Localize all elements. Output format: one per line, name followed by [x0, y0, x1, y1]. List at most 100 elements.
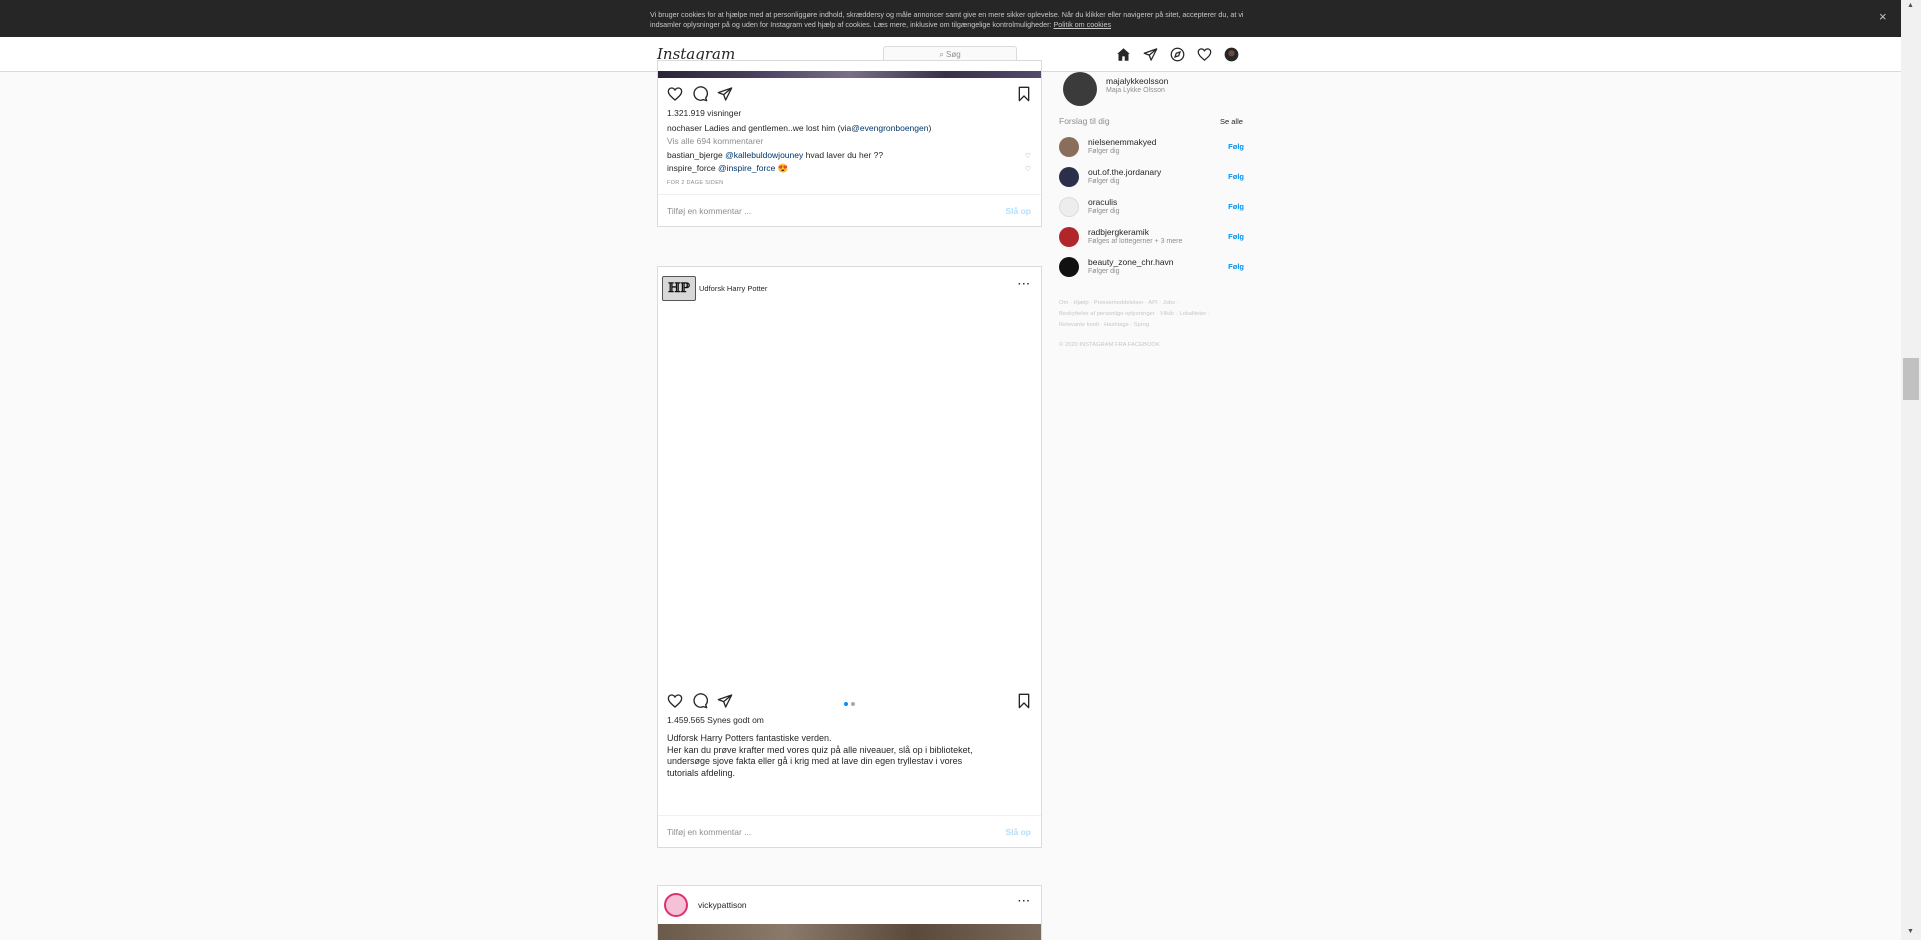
suggestion-avatar[interactable] [1059, 257, 1079, 277]
scrollbar-thumb[interactable] [1903, 358, 1919, 400]
follow-button[interactable]: Følg [1228, 262, 1244, 271]
search-icon: ⌕ [939, 50, 944, 59]
comment: inspire_force @inspire_force 😍 [667, 163, 788, 174]
caption-mention[interactable]: @evengronboengen [851, 123, 928, 133]
post-caption: Udforsk Harry Potters fantastiske verden… [667, 733, 973, 779]
suggestion-subtitle: Følger dig [1088, 208, 1120, 215]
cookie-banner: Vi bruger cookies for at hjælpe med at p… [0, 0, 1901, 37]
home-icon[interactable] [1116, 47, 1131, 62]
add-comment-row: Tilføj en kommentar ... Slå op [658, 194, 1041, 226]
scroll-down-arrow-icon[interactable]: ▼ [1907, 928, 1914, 935]
hp-logo-avatar[interactable]: ℍℙ [662, 276, 696, 301]
comment-icon[interactable] [692, 693, 708, 709]
comment-username[interactable]: bastian_bjerge [667, 150, 723, 160]
comment-mention[interactable]: @inspire_force [718, 163, 775, 173]
suggestion-subtitle: Følger dig [1088, 148, 1120, 155]
bookmark-icon[interactable] [1016, 86, 1032, 102]
suggestion-subtitle: Følges af lottegerner + 3 mere [1088, 238, 1183, 245]
follow-button[interactable]: Følg [1228, 142, 1244, 151]
share-icon[interactable] [717, 86, 733, 102]
caption-line: Udforsk Harry Potters fantastiske verden… [667, 733, 832, 743]
footer-line[interactable]: Om · Hjælp · Pressemeddelelser · API · J… [1059, 298, 1239, 309]
suggestion-item: oraculis Følger dig Følg [1059, 195, 1244, 220]
suggestion-username[interactable]: nielsenemmakyed [1088, 137, 1157, 147]
current-user-name: Maja Lykke Olsson [1106, 87, 1165, 94]
explore-icon[interactable] [1170, 47, 1185, 62]
more-options-icon[interactable]: ··· [1018, 896, 1031, 907]
post-media[interactable] [658, 924, 1041, 940]
carousel-dot-active [844, 702, 848, 706]
footer-line[interactable]: Relevante konti · Hashtags · Sprog [1059, 320, 1239, 331]
cookie-policy-link[interactable]: Politik om cookies [1054, 20, 1112, 29]
follow-button[interactable]: Følg [1228, 172, 1244, 181]
caption-line: Her kan du prøve krafter med vores quiz … [667, 744, 973, 755]
cookie-message: Vi bruger cookies for at hjælpe med at p… [650, 10, 1244, 29]
comment-like-icon[interactable]: ♡ [1025, 152, 1031, 160]
post-caption: nochaser Ladies and gentlemen..we lost h… [667, 123, 931, 133]
comment-username[interactable]: inspire_force [667, 163, 716, 173]
more-options-icon[interactable]: ··· [1018, 279, 1031, 290]
suggestion-username[interactable]: radbjergkeramik [1088, 227, 1149, 237]
caption-line: undersøge sjove fakta eller gå i krig me… [667, 756, 963, 766]
suggestion-username[interactable]: beauty_zone_chr.havn [1088, 257, 1174, 267]
comment-text: hvad laver du her ?? [805, 150, 884, 160]
post-actions [658, 693, 1041, 713]
carousel-dots [844, 698, 855, 709]
current-user-avatar[interactable] [1063, 72, 1097, 106]
post-timestamp[interactable]: FOR 2 DAGE SIDEN [667, 180, 723, 186]
see-all-link[interactable]: Se alle [1220, 117, 1243, 126]
post-header: vickypattison ··· [658, 886, 1041, 924]
view-count: 1.321.919 visninger [667, 108, 742, 118]
footer-links: Om · Hjælp · Pressemeddelelser · API · J… [1059, 298, 1239, 331]
comment-icon[interactable] [692, 86, 708, 102]
post-username[interactable]: vickypattison [698, 900, 747, 910]
suggestion-username[interactable]: oraculis [1088, 197, 1117, 207]
suggestion-item: radbjergkeramik Følges af lottegerner + … [1059, 225, 1244, 250]
suggestion-username[interactable]: out.of.the.jordanary [1088, 167, 1161, 177]
post-comment-button[interactable]: Slå op [1005, 827, 1031, 837]
suggestion-avatar[interactable] [1059, 227, 1079, 247]
suggestion-subtitle: Følger dig [1088, 268, 1120, 275]
post-header: ℍℙ Udforsk Harry Potter ··· [658, 267, 1041, 310]
direct-message-icon[interactable] [1143, 47, 1158, 62]
comment-input[interactable]: Tilføj en kommentar ... [667, 827, 751, 837]
like-heart-icon[interactable] [667, 86, 683, 102]
caption-text: Ladies and gentlemen..we lost him (via [704, 123, 852, 133]
post-card: vickypattison ··· [657, 885, 1042, 940]
nav-icons [1116, 47, 1239, 62]
carousel-dot [850, 702, 855, 706]
caption-line: tutorials afdeling. [667, 767, 736, 778]
user-avatar[interactable] [664, 893, 688, 917]
footer-line[interactable]: Beskyttelse af personlige oplysninger · … [1059, 309, 1239, 320]
suggestion-item: nielsenemmakyed Følger dig Følg [1059, 135, 1244, 160]
post-media[interactable] [658, 310, 1041, 730]
current-user-handle[interactable]: majalykkeolsson [1106, 76, 1168, 86]
profile-avatar-icon[interactable] [1224, 47, 1239, 62]
post-actions [658, 86, 1041, 106]
like-count[interactable]: 1.459.565 Synes godt om [667, 715, 764, 725]
scroll-up-arrow-icon[interactable]: ▲ [1907, 2, 1914, 9]
page-scrollbar[interactable]: ▲ ▼ [1901, 0, 1921, 940]
suggestions-title: Forslag til dig [1059, 116, 1110, 126]
bookmark-icon[interactable] [1016, 693, 1032, 709]
share-icon[interactable] [717, 693, 733, 709]
suggestion-avatar[interactable] [1059, 137, 1079, 157]
post-media[interactable] [658, 71, 1041, 78]
post-username[interactable]: Udforsk Harry Potter [699, 284, 767, 293]
follow-button[interactable]: Følg [1228, 202, 1244, 211]
comment-mention[interactable]: @kallebuldowjouney [725, 150, 803, 160]
view-all-comments[interactable]: Vis alle 694 kommentarer [667, 136, 763, 146]
like-heart-icon[interactable] [667, 693, 683, 709]
activity-heart-icon[interactable] [1197, 47, 1212, 62]
suggestion-subtitle: Følger dig [1088, 178, 1120, 185]
close-icon[interactable]: × [1879, 9, 1887, 24]
post-comment-button[interactable]: Slå op [1005, 206, 1031, 216]
search-placeholder: Søg [946, 50, 961, 59]
comment-emoji: 😍 [777, 163, 789, 173]
follow-button[interactable]: Følg [1228, 232, 1244, 241]
comment-like-icon[interactable]: ♡ [1025, 165, 1031, 173]
suggestion-avatar[interactable] [1059, 167, 1079, 187]
caption-username[interactable]: nochaser [667, 123, 702, 133]
comment-input[interactable]: Tilføj en kommentar ... [667, 206, 751, 216]
suggestion-avatar[interactable] [1059, 197, 1079, 217]
